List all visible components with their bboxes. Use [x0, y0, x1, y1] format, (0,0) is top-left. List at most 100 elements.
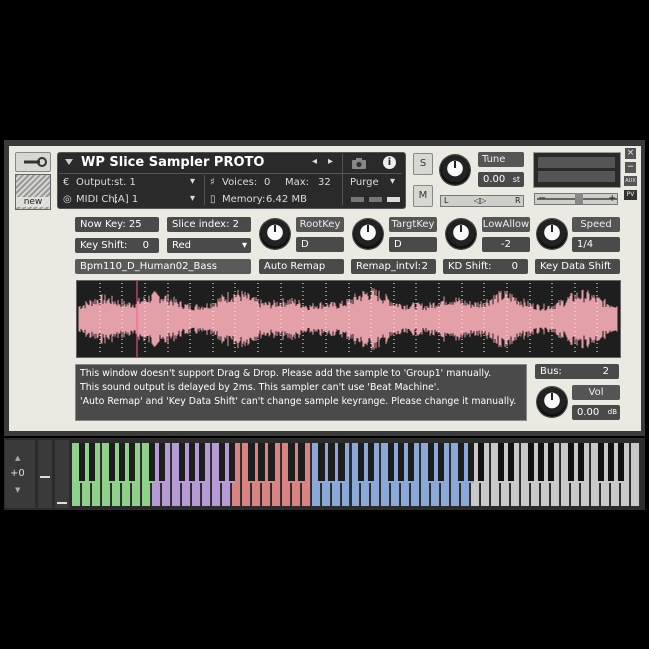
- close-icon[interactable]: ×: [625, 148, 636, 159]
- black-key[interactable]: [537, 443, 545, 483]
- black-key[interactable]: [338, 443, 345, 483]
- black-key[interactable]: [398, 443, 405, 483]
- solo-button[interactable]: S: [413, 153, 433, 175]
- low-allow-value[interactable]: -2: [482, 237, 530, 252]
- black-key[interactable]: [408, 443, 415, 483]
- color-select[interactable]: Red ▾: [167, 238, 251, 253]
- pv-button[interactable]: PV: [624, 190, 637, 200]
- collapse-arrow-icon[interactable]: [65, 159, 73, 165]
- camera-icon[interactable]: [351, 157, 367, 169]
- speed-knob[interactable]: [537, 219, 567, 249]
- black-key[interactable]: [118, 443, 125, 483]
- black-key[interactable]: [468, 443, 475, 483]
- pitch-wheel[interactable]: [38, 440, 52, 508]
- black-key[interactable]: [318, 443, 325, 483]
- black-key[interactable]: [128, 443, 135, 483]
- midi-channel-select[interactable]: [A] 1: [114, 194, 138, 205]
- black-key[interactable]: [388, 443, 395, 483]
- black-key[interactable]: [508, 443, 515, 483]
- low-allow-label: LowAllow: [482, 217, 530, 232]
- black-key[interactable]: [328, 443, 335, 483]
- black-key[interactable]: [228, 443, 235, 483]
- bus-field[interactable]: Bus: 2: [535, 364, 619, 379]
- root-key-value[interactable]: D: [296, 237, 344, 252]
- black-key[interactable]: [567, 443, 575, 483]
- next-instrument-icon[interactable]: ▸: [328, 156, 333, 167]
- black-key[interactable]: [178, 443, 185, 483]
- black-key[interactable]: [88, 443, 95, 483]
- level-meter: [533, 152, 621, 188]
- sample-name-field[interactable]: Bpm110_D_Human02_Bass: [75, 259, 251, 274]
- new-instrument-button[interactable]: new: [15, 174, 51, 210]
- mute-button[interactable]: M: [413, 185, 433, 207]
- voices-icon: ♯: [210, 177, 215, 188]
- white-key[interactable]: [631, 443, 640, 506]
- instrument-title[interactable]: WP Slice Sampler PROTO: [81, 155, 264, 170]
- vol-value-field[interactable]: 0.00 dB: [572, 405, 620, 420]
- key-shift-field[interactable]: Key Shift: 0: [75, 238, 159, 253]
- black-key[interactable]: [458, 443, 465, 483]
- black-key[interactable]: [158, 443, 165, 483]
- now-key-display: Now Key: 25: [75, 217, 159, 232]
- black-key[interactable]: [78, 443, 85, 483]
- black-key[interactable]: [358, 443, 365, 483]
- vol-knob[interactable]: [537, 387, 567, 417]
- black-key[interactable]: [478, 443, 485, 483]
- info-icon[interactable]: i: [383, 156, 396, 169]
- slice-index-field[interactable]: Slice index: 2: [167, 217, 251, 232]
- root-key-knob[interactable]: [260, 219, 290, 249]
- prev-instrument-icon[interactable]: ◂: [312, 156, 317, 167]
- black-key[interactable]: [498, 443, 505, 483]
- key-data-shift-button[interactable]: Key Data Shift: [535, 259, 620, 274]
- minimize-icon[interactable]: −: [625, 162, 636, 173]
- mod-wheel[interactable]: [55, 440, 69, 508]
- black-key[interactable]: [617, 443, 625, 483]
- output-select[interactable]: st. 1: [114, 177, 136, 188]
- octave-up-icon[interactable]: ▲: [15, 454, 20, 462]
- target-key-value[interactable]: D: [389, 237, 437, 252]
- black-key[interactable]: [148, 443, 155, 483]
- kd-shift-field[interactable]: KD Shift: 0: [443, 259, 528, 274]
- max-voices-field[interactable]: 32: [318, 177, 331, 188]
- black-key[interactable]: [188, 443, 195, 483]
- midi-dropdown-icon[interactable]: ▾: [190, 193, 195, 204]
- octave-down-icon[interactable]: ▼: [15, 486, 20, 494]
- black-key[interactable]: [547, 443, 555, 483]
- black-key[interactable]: [288, 443, 295, 483]
- black-key[interactable]: [527, 443, 535, 483]
- black-key[interactable]: [218, 443, 225, 483]
- black-key[interactable]: [198, 443, 205, 483]
- tune-knob[interactable]: [440, 155, 470, 185]
- volume-slider[interactable]: [534, 193, 618, 205]
- tune-value-field[interactable]: 0.00 st: [478, 172, 524, 187]
- black-key[interactable]: [248, 443, 255, 483]
- low-allow-knob[interactable]: [446, 219, 476, 249]
- black-key[interactable]: [258, 443, 265, 483]
- remap-interval-field[interactable]: Remap_intvl: 2: [351, 259, 436, 274]
- black-key[interactable]: [577, 443, 585, 483]
- piano-keyboard[interactable]: [72, 443, 641, 508]
- black-key[interactable]: [298, 443, 305, 483]
- aux-button[interactable]: AUX: [624, 176, 637, 186]
- pan-handle[interactable]: ◁▷: [474, 196, 486, 205]
- black-key[interactable]: [368, 443, 375, 483]
- wrench-button[interactable]: [15, 152, 51, 172]
- black-key[interactable]: [438, 443, 445, 483]
- max-label: Max:: [285, 177, 310, 188]
- black-key[interactable]: [108, 443, 115, 483]
- black-key[interactable]: [597, 443, 605, 483]
- vol-unit: dB: [607, 408, 617, 416]
- speed-value[interactable]: 1/4: [572, 237, 620, 252]
- auto-remap-button[interactable]: Auto Remap: [259, 259, 344, 274]
- black-key[interactable]: [268, 443, 275, 483]
- wrench-icon: [24, 157, 47, 167]
- purge-menu[interactable]: Purge: [350, 177, 379, 188]
- purge-dropdown-icon[interactable]: ▾: [390, 176, 395, 187]
- octave-control[interactable]: ▲ +0 ▼: [5, 440, 35, 508]
- output-dropdown-icon[interactable]: ▾: [190, 176, 195, 187]
- target-key-knob[interactable]: [353, 219, 383, 249]
- black-key[interactable]: [428, 443, 435, 483]
- tune-value: 0.00: [483, 174, 506, 185]
- waveform-display[interactable]: [76, 280, 621, 358]
- black-key[interactable]: [607, 443, 615, 483]
